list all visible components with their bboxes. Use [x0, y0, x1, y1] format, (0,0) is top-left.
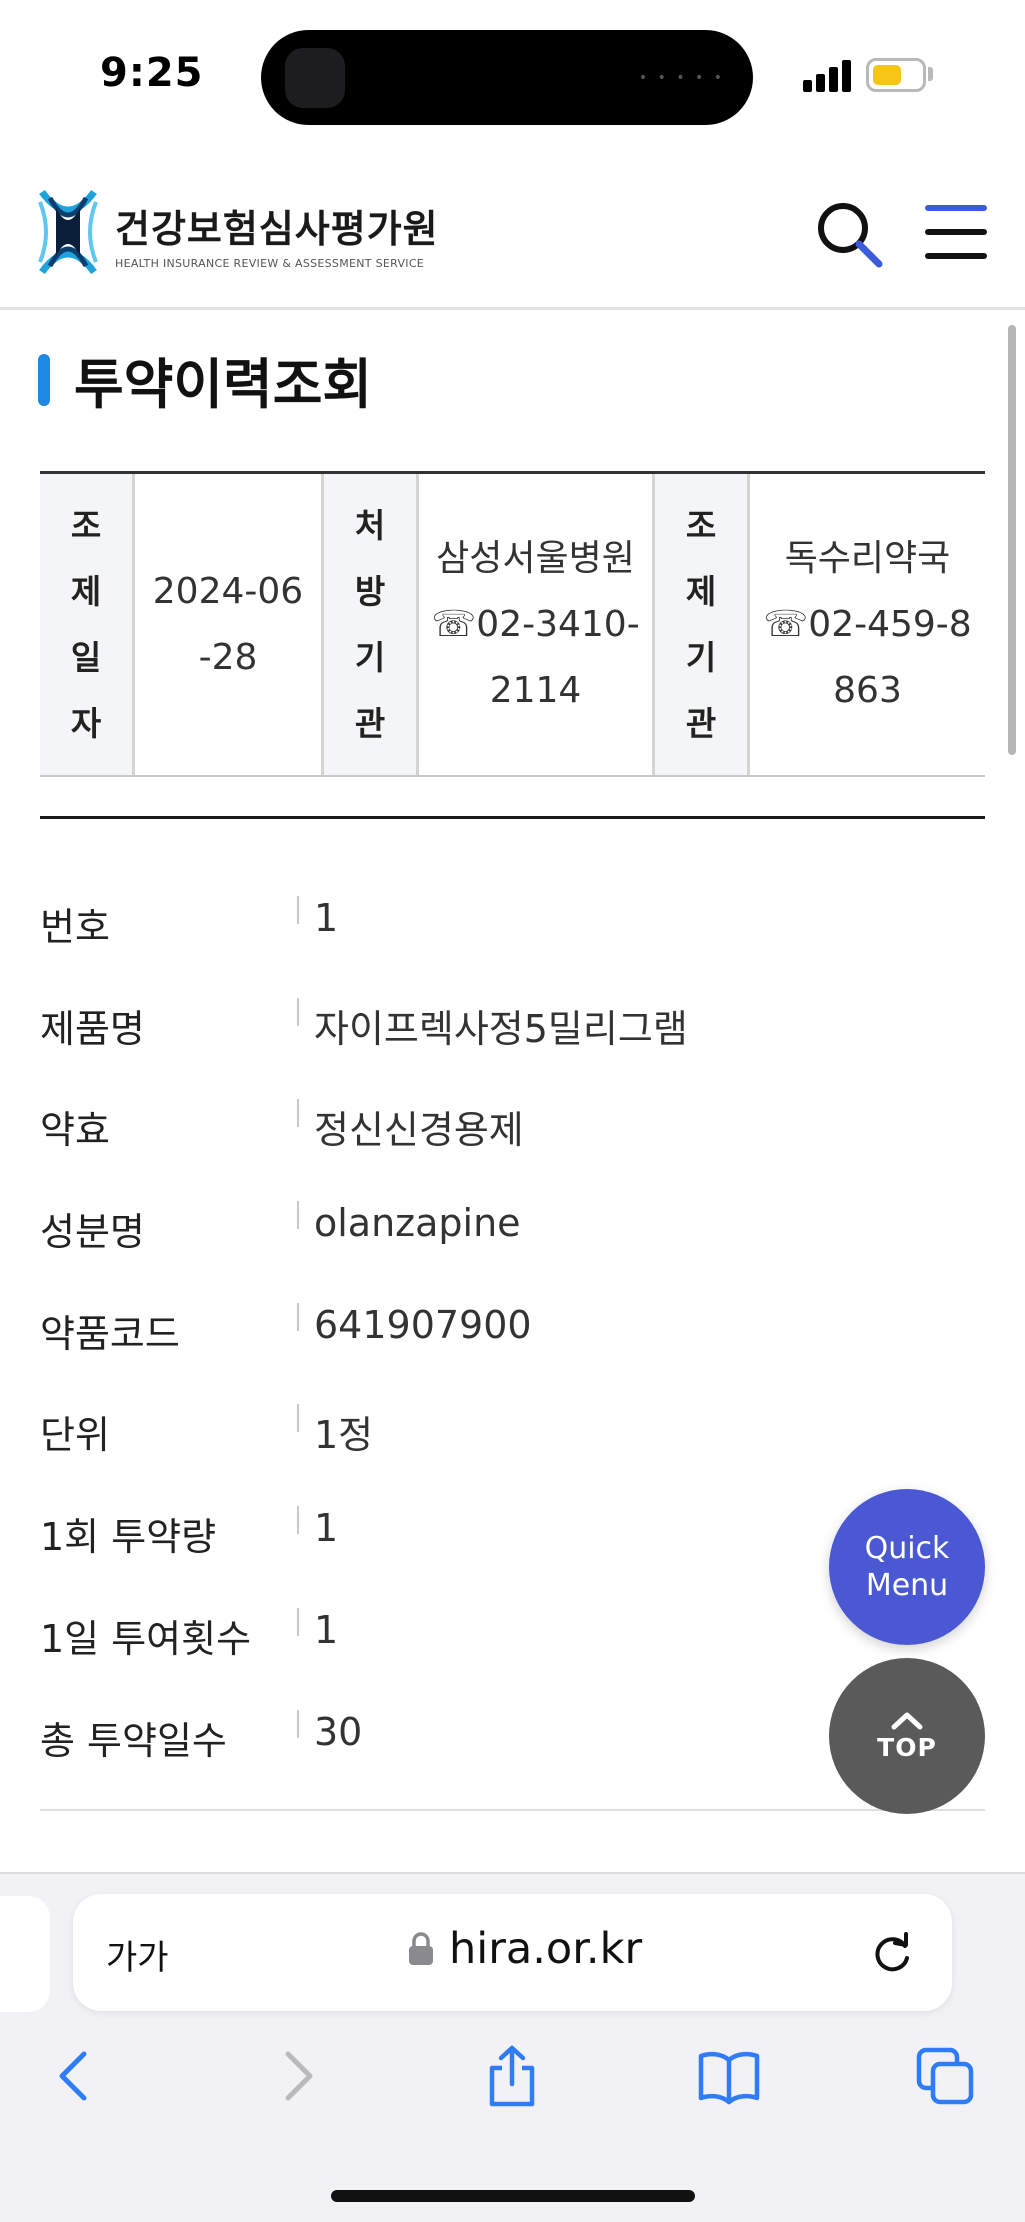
detail-separator	[297, 1506, 299, 1535]
detail-label: 번호	[40, 905, 110, 949]
lock-icon	[409, 1932, 433, 1965]
detail-value: 1정	[314, 1413, 374, 1458]
signal-icon	[803, 60, 853, 92]
detail-label: 성분명	[40, 1210, 145, 1255]
pharmacy-name: 독수리약국	[784, 537, 951, 579]
pharmacy-header: 조제기관	[655, 474, 750, 775]
quick-menu-label-line1: Quick	[864, 1531, 950, 1566]
dynamic-island: • • • • •	[261, 30, 753, 125]
detail-separator	[297, 1201, 299, 1230]
prescriber-cell: 삼성서울병원 ☏02-3410-2114	[419, 474, 655, 775]
status-time: 9:25	[100, 50, 204, 96]
dispense-date-cell: 2024-06-28	[135, 474, 324, 775]
detail-separator	[297, 1302, 299, 1331]
detail-value: 30	[314, 1709, 363, 1754]
detail-label: 총 투약일수	[40, 1718, 227, 1763]
island-activity-icon: • • • • •	[638, 70, 725, 86]
detail-separator	[297, 1709, 299, 1738]
forward-icon[interactable]	[264, 2044, 328, 2108]
logo-subtitle: HEALTH INSURANCE REVIEW & ASSESSMENT SER…	[115, 257, 425, 270]
dispense-date-header: 조제일자	[40, 474, 135, 775]
prescriber-info: 삼성서울병원 ☏02-3410-2114	[421, 526, 651, 724]
reload-icon[interactable]	[869, 1930, 915, 1976]
list-end-divider	[40, 1809, 985, 1811]
quick-menu-label-line2: Menu	[865, 1568, 949, 1603]
previous-tab-preview[interactable]	[0, 1896, 50, 2012]
prescriber-header: 처방기관	[324, 474, 419, 775]
dispense-date-value: 2024-06-28	[152, 570, 304, 678]
detail-value: 1	[314, 1506, 339, 1551]
site-header: 건강보험심사평가원 HEALTH INSURANCE REVIEW & ASSE…	[0, 150, 1025, 310]
battery-level	[873, 65, 901, 85]
drug-detail-list: 번호 1 제품명 자이프렉사정5밀리그램 약효 정신신경용제 성분명 olanz…	[40, 868, 985, 1783]
logo-title: 건강보험심사평가원	[115, 207, 439, 251]
status-bar: 9:25 • • • • •	[0, 0, 1025, 150]
detail-row-unit: 단위 1정	[40, 1376, 985, 1478]
camera-icon	[285, 48, 345, 108]
quick-menu-button[interactable]: Quick Menu	[829, 1489, 985, 1645]
battery-icon	[866, 58, 926, 92]
address-bar[interactable]: 가가 hira.or.kr	[73, 1894, 952, 2011]
bookmarks-icon[interactable]	[697, 2044, 761, 2108]
url-text[interactable]: hira.or.kr	[449, 1924, 642, 1974]
page-title: 투약이력조회	[74, 353, 373, 416]
detail-value: 정신신경용제	[314, 1108, 524, 1153]
logo-text[interactable]: 건강보험심사평가원 HEALTH INSURANCE REVIEW & ASSE…	[115, 198, 439, 270]
back-icon[interactable]	[44, 2044, 108, 2108]
detail-separator	[297, 997, 299, 1026]
home-indicator[interactable]	[331, 2190, 695, 2202]
battery-tip	[928, 67, 933, 81]
prescriber-name: 삼성서울병원	[436, 537, 635, 579]
pharmacy-phone[interactable]: ☏02-459-8863	[761, 592, 975, 724]
prescriber-label: 처방기관	[354, 505, 386, 743]
hamburger-menu-icon[interactable]	[925, 205, 987, 260]
detail-value: 641907900	[314, 1302, 532, 1347]
detail-value: olanzapine	[314, 1201, 521, 1246]
detail-row-number: 번호 1	[40, 868, 985, 970]
dispense-date-label: 조제일자	[70, 505, 102, 743]
detail-label: 약효	[40, 1108, 110, 1153]
search-icon[interactable]	[815, 200, 885, 270]
dispense-info-table: 조제일자 2024-06-28 처방기관 삼성서울병원 ☏02-3410-211…	[40, 471, 985, 777]
detail-separator	[297, 1404, 299, 1433]
detail-value: 1	[314, 896, 339, 940]
pharmacy-info: 독수리약국 ☏02-459-8863	[753, 526, 983, 724]
detail-label: 단위	[40, 1413, 110, 1458]
tabs-icon[interactable]	[913, 2044, 977, 2108]
detail-row-drug-code: 약품코드 641907900	[40, 1275, 985, 1377]
title-accent-bar	[38, 354, 50, 406]
pharmacy-label: 조제기관	[685, 505, 717, 743]
hira-logo-icon[interactable]	[38, 188, 98, 276]
browser-toolbar: 가가 hira.or.kr	[0, 1872, 1025, 2222]
detail-label: 1일 투여횟수	[40, 1616, 252, 1661]
detail-label: 제품명	[40, 1006, 145, 1051]
scroll-top-label: TOP	[877, 1732, 937, 1762]
section-divider	[40, 816, 985, 819]
share-icon[interactable]	[480, 2044, 544, 2108]
pharmacy-cell: 독수리약국 ☏02-459-8863	[750, 474, 985, 775]
detail-value: 자이프렉사정5밀리그램	[314, 1006, 688, 1051]
scroll-top-button[interactable]: TOP	[829, 1658, 985, 1814]
page-settings-button[interactable]: 가가	[106, 1930, 169, 1979]
detail-row-efficacy: 약효 정신신경용제	[40, 1071, 985, 1173]
detail-value: 1	[314, 1607, 339, 1652]
detail-label: 약품코드	[40, 1311, 180, 1356]
detail-separator	[297, 1607, 299, 1636]
detail-row-product-name: 제품명 자이프렉사정5밀리그램	[40, 970, 985, 1072]
detail-separator	[297, 1099, 299, 1128]
prescriber-phone[interactable]: ☏02-3410-2114	[429, 592, 643, 724]
scroll-indicator[interactable]	[1008, 325, 1016, 755]
detail-label: 1회 투약량	[40, 1515, 217, 1560]
chevron-up-icon	[891, 1712, 923, 1729]
detail-row-ingredient: 성분명 olanzapine	[40, 1173, 985, 1275]
detail-separator	[297, 896, 299, 924]
